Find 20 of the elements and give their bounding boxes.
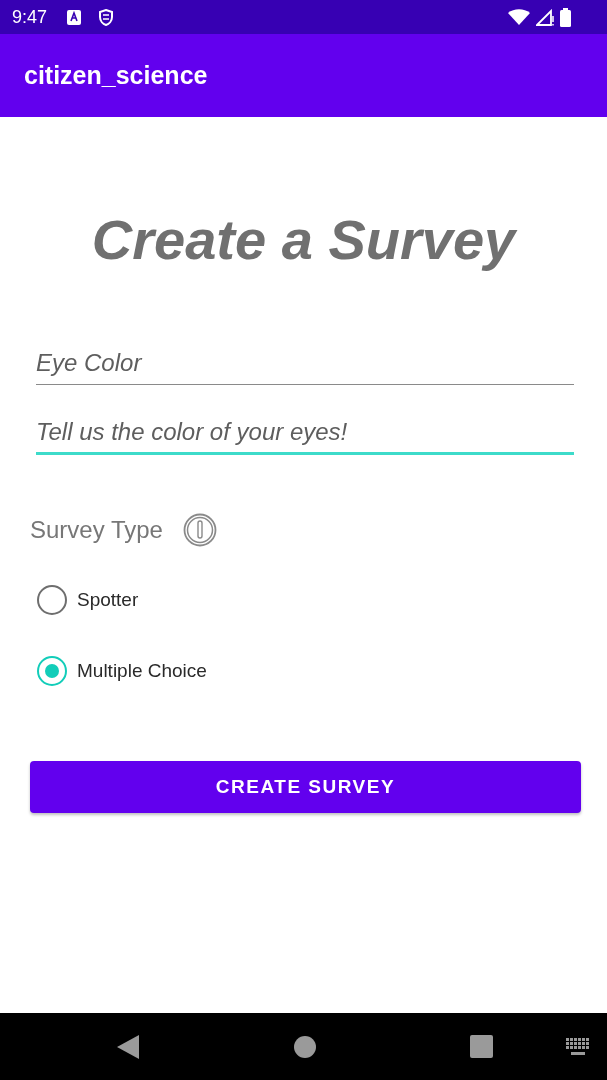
shield-icon bbox=[99, 8, 114, 26]
page-heading: Create a Survey bbox=[90, 207, 519, 273]
battery-icon bbox=[560, 7, 571, 27]
home-icon[interactable] bbox=[294, 1035, 316, 1058]
radio-label: Spotter bbox=[77, 589, 139, 611]
info-icon[interactable] bbox=[182, 513, 217, 547]
keyboard-icon[interactable] bbox=[566, 1037, 590, 1056]
status-time: 9:47 bbox=[12, 6, 48, 28]
text-input-field[interactable]: Eye Color bbox=[36, 341, 574, 385]
radio-button[interactable] bbox=[37, 656, 67, 686]
signal-icon bbox=[536, 8, 554, 26]
keyboard-a-icon bbox=[67, 9, 82, 25]
radio-button[interactable] bbox=[37, 585, 67, 615]
back-icon[interactable] bbox=[117, 1034, 139, 1059]
app-title: citizen_science bbox=[24, 61, 208, 90]
radio-label: Multiple Choice bbox=[77, 660, 207, 682]
survey-type-label: Survey Type bbox=[30, 516, 163, 544]
wifi-icon bbox=[508, 9, 530, 25]
text-input-field[interactable]: Tell us the color of your eyes! bbox=[36, 411, 574, 455]
create-survey-button[interactable]: CREATE SURVEY bbox=[30, 761, 581, 813]
